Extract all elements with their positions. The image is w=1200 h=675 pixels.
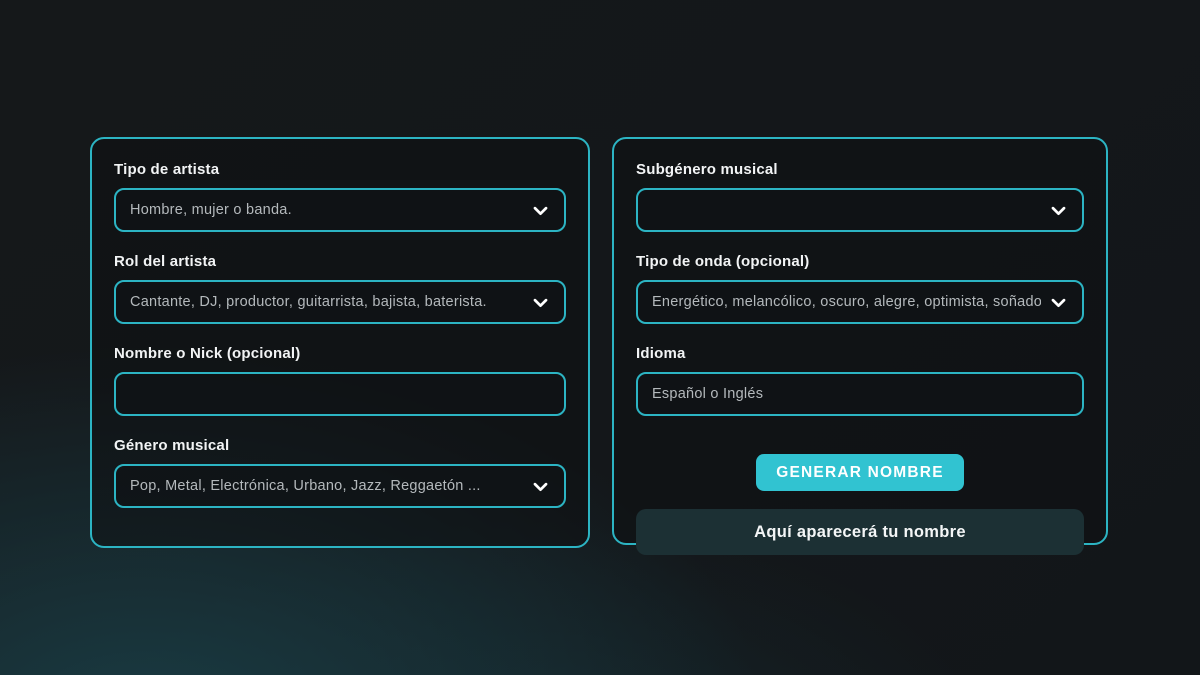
rol-del-artista-placeholder: Cantante, DJ, productor, guitarrista, ba… <box>130 294 523 310</box>
genero-musical-placeholder: Pop, Metal, Electrónica, Urbano, Jazz, R… <box>130 478 523 494</box>
tipo-de-onda-label: Tipo de onda (opcional) <box>636 253 1084 271</box>
artist-form-card: Tipo de artista Hombre, mujer o banda. R… <box>90 137 590 548</box>
tipo-de-artista-placeholder: Hombre, mujer o banda. <box>130 202 523 218</box>
chevron-down-icon <box>531 201 550 220</box>
generator-card: Subgénero musical Tipo de onda (opcional… <box>612 137 1108 545</box>
subgenero-musical-label: Subgénero musical <box>636 161 1084 179</box>
chevron-down-icon <box>1049 201 1068 220</box>
genero-musical-label: Género musical <box>114 437 566 455</box>
idioma-input[interactable] <box>636 372 1084 416</box>
rol-del-artista-label: Rol del artista <box>114 253 566 271</box>
tipo-de-onda-select[interactable]: Energético, melancólico, oscuro, alegre,… <box>636 280 1084 324</box>
idioma-label: Idioma <box>636 345 1084 363</box>
genero-musical-select[interactable]: Pop, Metal, Electrónica, Urbano, Jazz, R… <box>114 464 566 508</box>
tipo-de-onda-placeholder: Energético, melancólico, oscuro, alegre,… <box>652 294 1041 310</box>
tipo-de-artista-select[interactable]: Hombre, mujer o banda. <box>114 188 566 232</box>
chevron-down-icon <box>531 477 550 496</box>
nombre-nick-input[interactable] <box>114 372 566 416</box>
tipo-de-artista-label: Tipo de artista <box>114 161 566 179</box>
subgenero-musical-select[interactable] <box>636 188 1084 232</box>
chevron-down-icon <box>531 293 550 312</box>
rol-del-artista-select[interactable]: Cantante, DJ, productor, guitarrista, ba… <box>114 280 566 324</box>
chevron-down-icon <box>1049 293 1068 312</box>
result-placeholder: Aquí aparecerá tu nombre <box>636 509 1084 555</box>
generar-nombre-button[interactable]: GENERAR NOMBRE <box>756 454 964 491</box>
nombre-nick-label: Nombre o Nick (opcional) <box>114 345 566 363</box>
